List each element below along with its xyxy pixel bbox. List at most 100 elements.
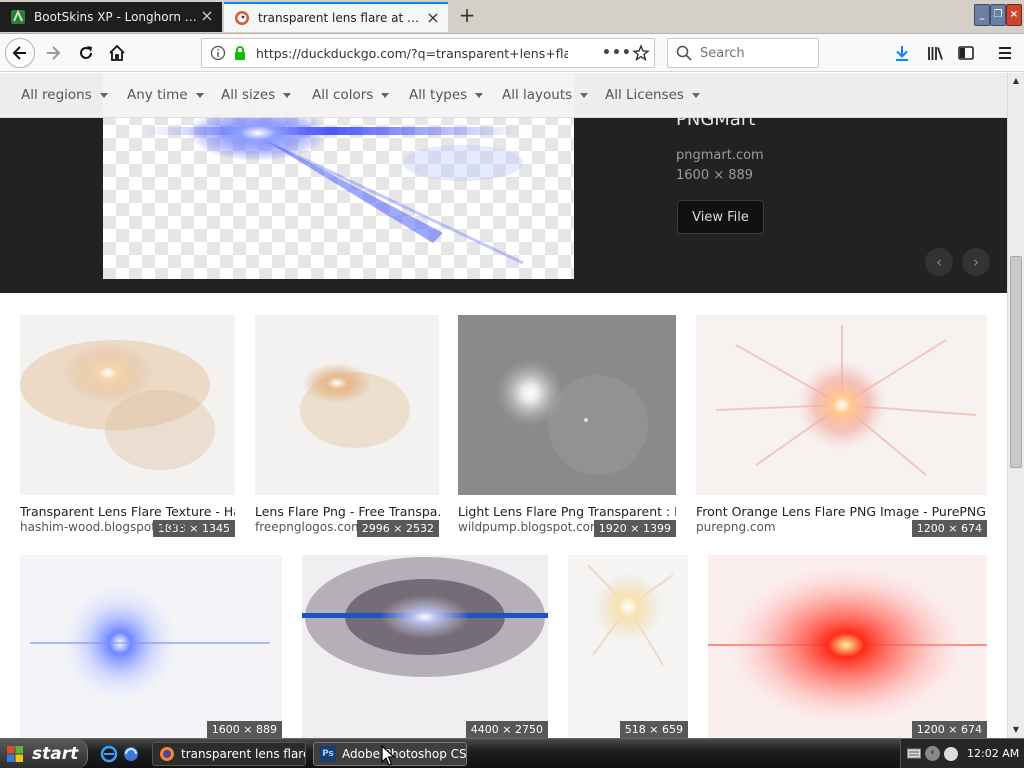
result-thumbnail[interactable]	[568, 555, 688, 738]
filter-size[interactable]: All sizes	[221, 87, 292, 103]
view-file-button[interactable]: View File	[677, 200, 764, 234]
filter-color[interactable]: All colors	[312, 87, 390, 103]
forward-button[interactable]	[38, 38, 68, 68]
result-source[interactable]: freepnglogos.com	[255, 520, 363, 534]
result-title[interactable]: Front Orange Lens Flare PNG Image - Pure…	[696, 504, 987, 519]
home-button[interactable]	[102, 38, 132, 68]
filter-label: All regions	[21, 87, 92, 103]
image-result[interactable]: 1200 × 674	[708, 555, 987, 738]
scroll-down-icon[interactable]: ▼	[1008, 722, 1024, 738]
chevron-down-icon	[691, 92, 700, 98]
page-actions-icon[interactable]: •••	[602, 45, 632, 61]
maximize-window-button[interactable]: ❐	[990, 4, 1006, 26]
image-result[interactable]: 2996 × 2532 Lens Flare Png - Free Transp…	[255, 315, 440, 537]
mouse-cursor-icon	[381, 745, 395, 766]
home-icon	[109, 44, 125, 61]
filter-type[interactable]: All types	[409, 87, 484, 103]
photoshop-icon: Ps	[320, 746, 336, 762]
page-content: PNGMart pngmart.com 1600 × 889 View File…	[0, 73, 1007, 738]
dimensions-badge: 1200 × 674	[911, 520, 987, 537]
filter-label: All sizes	[221, 87, 276, 103]
info-icon[interactable]	[210, 45, 226, 61]
result-source[interactable]: wildpump.blogspot.com	[458, 520, 602, 534]
dimensions-badge: 1920 × 1399	[593, 520, 676, 537]
previous-image-button[interactable]: ‹	[925, 248, 953, 276]
url-text: https://duckduckgo.com/?q=transparent+le…	[256, 45, 568, 61]
image-result[interactable]: 1920 × 1399 Light Lens Flare Png Transpa…	[458, 315, 676, 537]
bookmark-star-icon[interactable]	[632, 44, 650, 62]
keyboard-icon[interactable]	[907, 747, 921, 759]
search-input[interactable]: Search	[667, 38, 819, 68]
chevron-down-icon	[381, 92, 390, 98]
result-thumbnail[interactable]	[20, 315, 235, 495]
filter-license[interactable]: All Licenses	[605, 87, 700, 103]
taskbar-item-firefox[interactable]: transparent lens flare...	[152, 742, 306, 766]
system-tray: ‹ 12:02 AM	[900, 739, 1024, 768]
filter-time[interactable]: Any time	[127, 87, 204, 103]
minimize-window-button[interactable]: _	[974, 4, 990, 26]
chevron-down-icon	[475, 92, 484, 98]
detail-dimensions: 1600 × 889	[676, 168, 754, 183]
chevron-down-icon	[195, 92, 204, 98]
result-thumbnail[interactable]	[255, 315, 439, 495]
arrow-left-icon	[12, 46, 26, 60]
chevron-down-icon	[580, 92, 589, 98]
firefox-icon	[159, 746, 175, 762]
dimensions-badge: 518 × 659	[619, 721, 688, 738]
result-thumbnail[interactable]	[458, 315, 676, 495]
address-bar[interactable]: https://duckduckgo.com/?q=transparent+le…	[201, 38, 655, 68]
result-title[interactable]: Transparent Lens Flare Texture - Ha...	[20, 504, 235, 519]
tab-bootskins[interactable]: BootSkins XP - Longhorn 4501 (FRO ×	[0, 2, 222, 32]
scroll-up-icon[interactable]: ▲	[1008, 73, 1024, 89]
filter-region[interactable]: All regions	[21, 87, 108, 103]
close-window-button[interactable]: ×	[1006, 4, 1022, 26]
reload-button[interactable]	[71, 38, 101, 68]
result-thumbnail[interactable]	[20, 555, 282, 738]
result-thumbnail[interactable]	[708, 555, 987, 738]
result-source[interactable]: hashim-wood.blogspot.com	[20, 520, 185, 534]
search-icon	[676, 45, 692, 61]
hamburger-menu-icon[interactable]	[995, 43, 1015, 63]
quick-launch-icon[interactable]	[122, 745, 140, 763]
image-result[interactable]: 1200 × 674 Front Orange Lens Flare PNG I…	[696, 315, 987, 537]
scrollbar-thumb[interactable]	[1010, 256, 1022, 468]
next-image-button[interactable]: ›	[962, 248, 990, 276]
show-hidden-icons-icon[interactable]: ‹	[925, 746, 940, 761]
tab-duckduckgo[interactable]: transparent lens flare at DuckDuckGo ×	[224, 2, 448, 32]
filter-bar: All regions Any time All sizes All color…	[0, 73, 1007, 118]
image-result[interactable]: 1833 × 1345 Transparent Lens Flare Textu…	[20, 315, 235, 537]
image-result[interactable]: 518 × 659	[568, 555, 688, 738]
filter-label: All Licenses	[605, 87, 684, 103]
tab-strip: BootSkins XP - Longhorn 4501 (FRO × tran…	[0, 0, 1024, 34]
library-icon[interactable]	[925, 43, 945, 63]
screen: BootSkins XP - Longhorn 4501 (FRO × tran…	[0, 0, 1024, 768]
duckduckgo-favicon-icon	[234, 10, 250, 26]
dimensions-badge: 1200 × 674	[911, 721, 987, 738]
clock[interactable]: 12:02 AM	[967, 747, 1019, 760]
result-thumbnail[interactable]	[302, 555, 548, 738]
result-title[interactable]: Light Lens Flare Png Transparent : Li...	[458, 504, 676, 519]
new-tab-button[interactable]: +	[456, 5, 478, 27]
filter-label: All types	[409, 87, 468, 103]
close-tab-icon[interactable]: ×	[200, 8, 214, 24]
filter-layout[interactable]: All layouts	[502, 87, 589, 103]
internet-explorer-icon[interactable]	[100, 745, 118, 763]
start-button[interactable]: start	[0, 739, 88, 768]
search-placeholder: Search	[700, 45, 745, 61]
start-label: start	[32, 744, 79, 764]
network-icon[interactable]	[944, 747, 958, 761]
image-result[interactable]: 4400 × 2750	[302, 555, 548, 738]
image-result[interactable]: 1600 × 889	[20, 555, 282, 738]
vertical-scrollbar[interactable]: ▲ ▼	[1007, 73, 1024, 738]
tab-title: transparent lens flare at DuckDuckGo	[258, 11, 424, 25]
arrow-right-icon	[47, 46, 61, 60]
result-source[interactable]: purepng.com	[696, 520, 776, 534]
sidebar-toggle-icon[interactable]	[956, 43, 976, 63]
back-button[interactable]	[5, 38, 35, 68]
detail-source[interactable]: pngmart.com	[676, 148, 764, 163]
result-thumbnail[interactable]	[696, 315, 987, 495]
download-icon[interactable]	[892, 43, 912, 63]
result-title[interactable]: Lens Flare Png - Free Transpa...	[255, 504, 440, 519]
lock-icon	[232, 45, 248, 61]
close-tab-icon[interactable]: ×	[426, 10, 440, 26]
